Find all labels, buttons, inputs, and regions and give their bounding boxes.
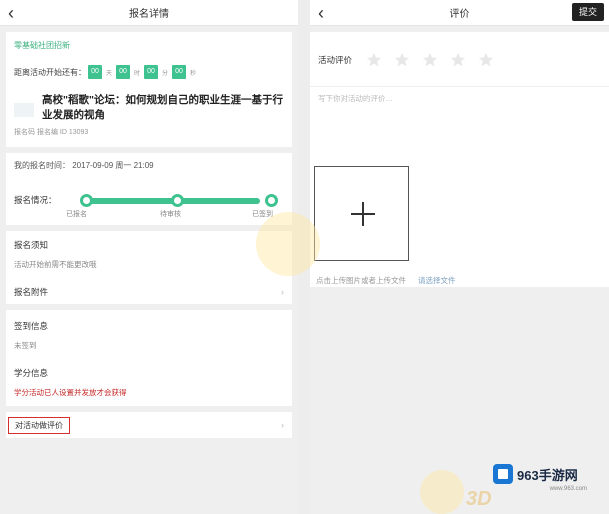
- register-time: 我的报名时间： 2017-09-09 周一 21:09: [14, 161, 154, 170]
- submit-button[interactable]: 提交: [571, 3, 604, 21]
- watermark-brand: 963手游网: [493, 462, 601, 486]
- back-icon[interactable]: ‹: [8, 3, 26, 23]
- countdown-row: 距离活动开始还有： 00 天 00 时 00 分 00 秒: [14, 65, 284, 79]
- rating-row: 活动评价: [310, 32, 609, 87]
- evaluation-panel: ‹ 评价 提交 活动评价 写下你对活动的评价… 点击上传图片或者上传文件 请选择文…: [310, 0, 609, 514]
- right-navbar: ‹ 评价 提交: [310, 0, 609, 26]
- star-icon[interactable]: [366, 52, 382, 68]
- countdown-unit: 分: [162, 70, 169, 77]
- star-icon[interactable]: [394, 52, 410, 68]
- plus-icon: [362, 202, 364, 226]
- star-icon[interactable]: [450, 52, 466, 68]
- brand-url: www.963.com: [549, 486, 587, 492]
- attachment-heading: 报名附件: [14, 287, 49, 297]
- event-title: 高校"稻歌"论坛：如何规划自己的职业生涯一基于行业发展的视角: [42, 94, 283, 121]
- sign-heading: 签到信息: [14, 321, 49, 331]
- empty-area: [310, 287, 609, 487]
- chevron-right-icon: ›: [281, 287, 284, 297]
- brand-cube-icon: [493, 464, 513, 484]
- watermark-mascot: [256, 212, 320, 276]
- registration-status-card: 我的报名时间： 2017-09-09 周一 21:09 报名情况： 已报名 待审…: [6, 153, 292, 225]
- registration-progress: 报名情况： 已报名 待审核 已签到: [14, 185, 284, 221]
- attachment-row[interactable]: 报名附件 ›: [14, 286, 284, 298]
- countdown-label: 距离活动开始还有：: [14, 67, 86, 77]
- evaluate-activity-row[interactable]: 对活动做评价 ›: [6, 412, 292, 438]
- evaluation-textarea[interactable]: 写下你对活动的评价…: [310, 87, 609, 172]
- choose-file-link[interactable]: 请选择文件: [418, 276, 456, 285]
- notice-card: 报名须知 活动开始前需不能更改哦 报名附件 ›: [6, 231, 292, 304]
- watermark-mascot: [420, 470, 464, 514]
- progress-label: 报名情况：: [14, 195, 57, 205]
- right-page-title: 评价: [449, 9, 470, 20]
- countdown-hours: 00: [116, 65, 131, 79]
- watermark-3d: 3D: [466, 488, 492, 510]
- sign-status: 未签到: [14, 341, 37, 350]
- countdown-unit: 秒: [190, 70, 197, 77]
- upload-zone: 点击上传图片或者上传文件 请选择文件: [310, 166, 609, 287]
- progress-step-label: 待审核: [160, 211, 181, 218]
- upload-image-button[interactable]: [314, 166, 409, 261]
- notice-heading: 报名须知: [14, 240, 49, 250]
- countdown-minutes: 00: [144, 65, 159, 79]
- upload-hint-text: 点击上传图片或者上传文件: [316, 276, 406, 285]
- credit-heading: 学分信息: [14, 368, 49, 378]
- evaluate-activity-link[interactable]: 对活动做评价: [8, 416, 70, 434]
- credit-notice: 学分活动已人设置并发放才会获得: [14, 388, 127, 397]
- rating-label: 活动评价: [318, 55, 353, 65]
- progress-step-label: 已报名: [66, 211, 87, 218]
- event-summary-card: 零基础社团招新 距离活动开始还有： 00 天 00 时 00 分 00 秒 高校…: [6, 32, 292, 147]
- progress-step-dot: [171, 194, 184, 207]
- countdown-unit: 天: [106, 70, 113, 77]
- left-page-title: 报名详情: [129, 9, 169, 20]
- upload-hint: 点击上传图片或者上传文件 请选择文件: [316, 275, 456, 286]
- countdown-seconds: 00: [172, 65, 187, 79]
- star-icon[interactable]: [478, 52, 494, 68]
- back-icon[interactable]: ‹: [318, 3, 336, 23]
- chevron-right-icon: ›: [281, 420, 284, 430]
- brand-name: 963手游网: [517, 467, 578, 483]
- event-thumbnail: [14, 103, 34, 117]
- registration-detail-panel: ‹ 报名详情 零基础社团招新 距离活动开始还有： 00 天 00 时 00 分 …: [0, 0, 298, 514]
- sign-credit-card: 签到信息 未签到 学分信息 学分活动已人设置并发放才会获得: [6, 310, 292, 406]
- event-meta: 报名码 报名编 ID 13093: [14, 129, 89, 136]
- left-navbar: ‹ 报名详情: [0, 0, 298, 26]
- countdown-days: 00: [88, 65, 102, 79]
- star-icon[interactable]: [422, 52, 438, 68]
- notice-body: 活动开始前需不能更改哦: [14, 260, 97, 269]
- event-title-row: 高校"稻歌"论坛：如何规划自己的职业生涯一基于行业发展的视角: [14, 93, 284, 123]
- event-tag: 零基础社团招新: [14, 41, 70, 50]
- evaluation-form: 活动评价 写下你对活动的评价… 点击上传图片或者上传文件 请选择文件: [310, 32, 609, 287]
- progress-step-dot: [80, 194, 93, 207]
- progress-step-dot: [265, 194, 278, 207]
- countdown-unit: 时: [134, 70, 141, 77]
